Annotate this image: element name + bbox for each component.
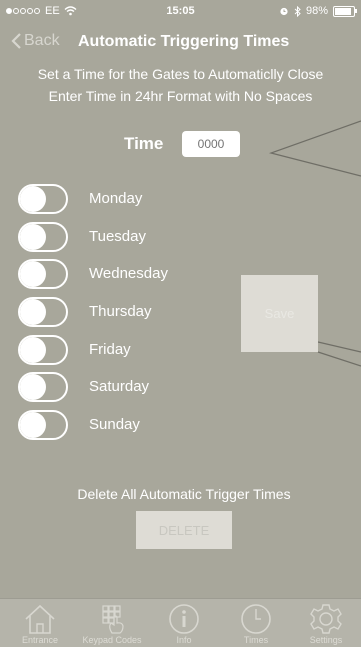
thursday-toggle[interactable]	[18, 297, 68, 327]
tab-times[interactable]: Times	[220, 599, 292, 647]
toggle-knob	[20, 186, 46, 212]
toggle-knob	[20, 261, 46, 287]
day-label: Monday	[89, 190, 143, 207]
toggle-knob	[20, 224, 46, 250]
day-label: Saturday	[89, 378, 150, 395]
friday-toggle[interactable]	[18, 335, 68, 365]
toggle-knob	[20, 412, 46, 438]
delete-heading: Delete All Automatic Trigger Times	[77, 486, 291, 502]
keypad-icon	[102, 605, 124, 634]
toggle-knob	[20, 337, 46, 363]
day-label: Wednesday	[89, 265, 168, 282]
toggle-knob	[20, 374, 46, 400]
save-button[interactable]: Save	[241, 275, 318, 352]
day-label: Thursday	[89, 303, 152, 320]
info-icon	[169, 604, 199, 634]
monday-toggle[interactable]	[18, 184, 68, 214]
delete-button[interactable]: DELETE	[136, 511, 232, 549]
tab-settings[interactable]: Settings	[290, 599, 361, 647]
saturday-toggle[interactable]	[18, 372, 68, 402]
toggle-knob	[20, 299, 46, 325]
tab-info[interactable]: Info	[148, 599, 220, 647]
tab-label: Entrance	[21, 635, 59, 645]
day-label: Friday	[89, 341, 131, 358]
day-label: Sunday	[89, 416, 140, 433]
day-label: Tuesday	[89, 228, 146, 245]
tab-label: Info	[176, 635, 192, 645]
house-icon	[25, 604, 55, 634]
gear-icon	[310, 604, 342, 634]
tab-label: Settings	[309, 635, 343, 645]
tuesday-toggle[interactable]	[18, 222, 68, 252]
sunday-toggle[interactable]	[18, 410, 68, 440]
tab-entrance[interactable]: Entrance	[4, 599, 76, 647]
wednesday-toggle[interactable]	[18, 259, 68, 289]
tab-keypad-codes[interactable]: Keypad Codes	[76, 599, 148, 647]
tab-label: Keypad Codes	[82, 635, 142, 645]
tab-label: Times	[243, 635, 269, 645]
tab-bar: Entrance Keypad Codes Info Times Setting…	[0, 598, 361, 647]
clock-icon	[241, 604, 271, 634]
